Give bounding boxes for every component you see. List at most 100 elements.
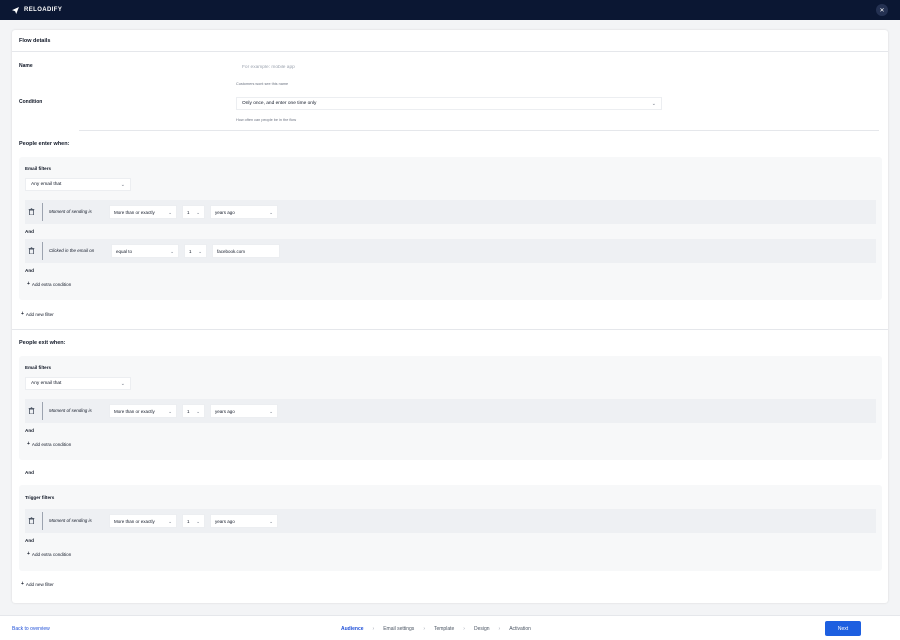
name-label: Name	[19, 63, 33, 69]
and-label: And	[25, 229, 34, 234]
number-value: 1	[187, 209, 190, 215]
number-select[interactable]: 1 ⌄	[182, 514, 205, 528]
chevron-down-icon: ⌄	[198, 248, 202, 254]
operator-select[interactable]: More than or exactly ⌄	[109, 404, 177, 418]
unit-select[interactable]: years ago ⌄	[210, 205, 278, 219]
condition-label: Moment of sending is	[49, 518, 92, 523]
condition-bar	[42, 203, 43, 221]
add-new-filter-label: Add new filter	[25, 311, 54, 317]
plus-icon: +	[27, 281, 30, 287]
chevron-right-icon: ›	[498, 626, 501, 632]
chevron-down-icon: ⌄	[269, 518, 273, 524]
operator-select[interactable]: equal to ⌄	[111, 244, 179, 258]
chevron-down-icon: ⌄	[269, 209, 273, 215]
close-button[interactable]: ✕	[876, 4, 888, 16]
any-email-select[interactable]: Any email that ⌄	[25, 178, 131, 191]
number-select[interactable]: 1 ⌄	[184, 244, 207, 258]
step-activation[interactable]: Activation	[509, 626, 531, 632]
operator-value: More than or exactly	[114, 518, 155, 524]
enter-section-title: People enter when:	[19, 141, 70, 147]
plus-icon: +	[21, 581, 24, 587]
operator-value: More than or exactly	[114, 209, 155, 215]
trash-icon[interactable]	[28, 407, 35, 414]
email-filters-label: Email filters	[25, 365, 52, 370]
condition-bar	[42, 242, 43, 260]
step-template[interactable]: Template	[434, 626, 454, 632]
step-email-settings[interactable]: Email settings	[383, 626, 414, 632]
chevron-down-icon: ⌄	[168, 209, 172, 215]
trigger-filters-label: Trigger filters	[25, 495, 55, 500]
operator-select[interactable]: More than or exactly ⌄	[109, 514, 177, 528]
condition-hint: How often can people be in the flow	[236, 118, 297, 122]
paper-plane-icon	[12, 6, 19, 14]
trash-icon[interactable]	[28, 247, 35, 254]
any-email-value: Any email that	[31, 182, 62, 187]
add-extra-condition-button[interactable]: + Add extra condition	[27, 281, 71, 287]
add-new-filter-button[interactable]: + Add new filter	[21, 311, 54, 317]
enter-condition-row-2: Clicked in the email on equal to ⌄ 1 ⌄ fac…	[25, 239, 876, 263]
exit-section-title: People exit when:	[19, 340, 66, 346]
chevron-right-icon: ›	[372, 626, 375, 632]
top-bar: RELOADIFY ✕	[0, 0, 900, 20]
exit-condition-row-1: Moment of sending is More than or exactl…	[25, 399, 876, 423]
add-extra-condition-label: Add extra condition	[31, 551, 72, 557]
add-extra-condition-button[interactable]: + Add extra condition	[27, 551, 71, 557]
value-text: facebook.com	[217, 248, 246, 254]
enter-email-filters-panel: Email filters Any email that ⌄ Moment of…	[19, 157, 882, 300]
add-new-filter-label: Add new filter	[25, 581, 54, 587]
brand-name: RELOADIFY	[24, 7, 63, 13]
trigger-filters-panel: Trigger filters Moment of sending is Mor…	[19, 485, 882, 571]
exit-email-filters-panel: Email filters Any email that ⌄ Moment of…	[19, 356, 882, 460]
step-audience[interactable]: Audience	[341, 626, 364, 632]
trigger-condition-row-1: Moment of sending is More than or exactl…	[25, 509, 876, 533]
condition-select[interactable]: Only once, and enter one time only ⌄	[236, 97, 662, 110]
condition-label: Moment of sending is	[49, 209, 92, 214]
chevron-right-icon: ›	[463, 626, 465, 632]
add-extra-condition-button[interactable]: + Add extra condition	[27, 441, 71, 447]
number-select[interactable]: 1 ⌄	[182, 404, 205, 418]
unit-select[interactable]: years ago ⌄	[210, 514, 278, 528]
operator-value: More than or exactly	[114, 408, 155, 414]
any-email-select[interactable]: Any email that ⌄	[25, 377, 131, 390]
chevron-down-icon: ⌄	[196, 209, 200, 215]
step-navigation: Audience › Email settings › Template › D…	[341, 626, 531, 632]
number-select[interactable]: 1 ⌄	[182, 205, 205, 219]
value-input[interactable]: facebook.com	[212, 244, 280, 258]
unit-value: years ago	[215, 518, 235, 524]
flow-details-card: Flow details Name Customers wont see thi…	[12, 30, 888, 603]
add-extra-condition-label: Add extra condition	[31, 441, 72, 447]
email-filters-label: Email filters	[25, 166, 52, 171]
unit-value: years ago	[215, 408, 235, 414]
plus-icon: +	[27, 441, 30, 447]
name-hint: Customers wont see this name	[236, 82, 289, 86]
number-value: 1	[187, 518, 190, 524]
unit-value: years ago	[215, 209, 235, 215]
trash-icon[interactable]	[28, 517, 35, 524]
chevron-right-icon: ›	[423, 626, 425, 632]
operator-select[interactable]: More than or exactly ⌄	[109, 205, 177, 219]
condition-label: Condition	[19, 99, 43, 105]
back-to-overview-link[interactable]: Back to overview	[12, 626, 50, 632]
add-extra-condition-label: Add extra condition	[31, 281, 72, 287]
chevron-down-icon: ⌄	[120, 182, 125, 188]
condition-label: Clicked in the email on	[49, 248, 95, 253]
footer-bar: Back to overview Audience › Email settin…	[0, 615, 900, 640]
chevron-down-icon: ⌄	[170, 248, 174, 254]
and-label: And	[25, 470, 34, 475]
plus-icon: +	[21, 311, 24, 317]
next-button[interactable]: Next	[825, 621, 861, 636]
chevron-down-icon: ⌄	[651, 101, 656, 107]
chevron-down-icon: ⌄	[120, 381, 125, 387]
divider	[12, 329, 888, 330]
enter-condition-row-1: Moment of sending is More than or exactl…	[25, 200, 876, 224]
add-new-filter-button[interactable]: + Add new filter	[21, 581, 54, 587]
chevron-down-icon: ⌄	[196, 518, 200, 524]
step-design[interactable]: Design	[474, 626, 490, 632]
name-input[interactable]	[236, 61, 436, 74]
condition-label: Moment of sending is	[49, 408, 92, 413]
chevron-down-icon: ⌄	[168, 408, 172, 414]
close-icon: ✕	[879, 7, 885, 14]
trash-icon[interactable]	[28, 208, 35, 215]
unit-select[interactable]: years ago ⌄	[210, 404, 278, 418]
condition-bar	[42, 512, 43, 530]
